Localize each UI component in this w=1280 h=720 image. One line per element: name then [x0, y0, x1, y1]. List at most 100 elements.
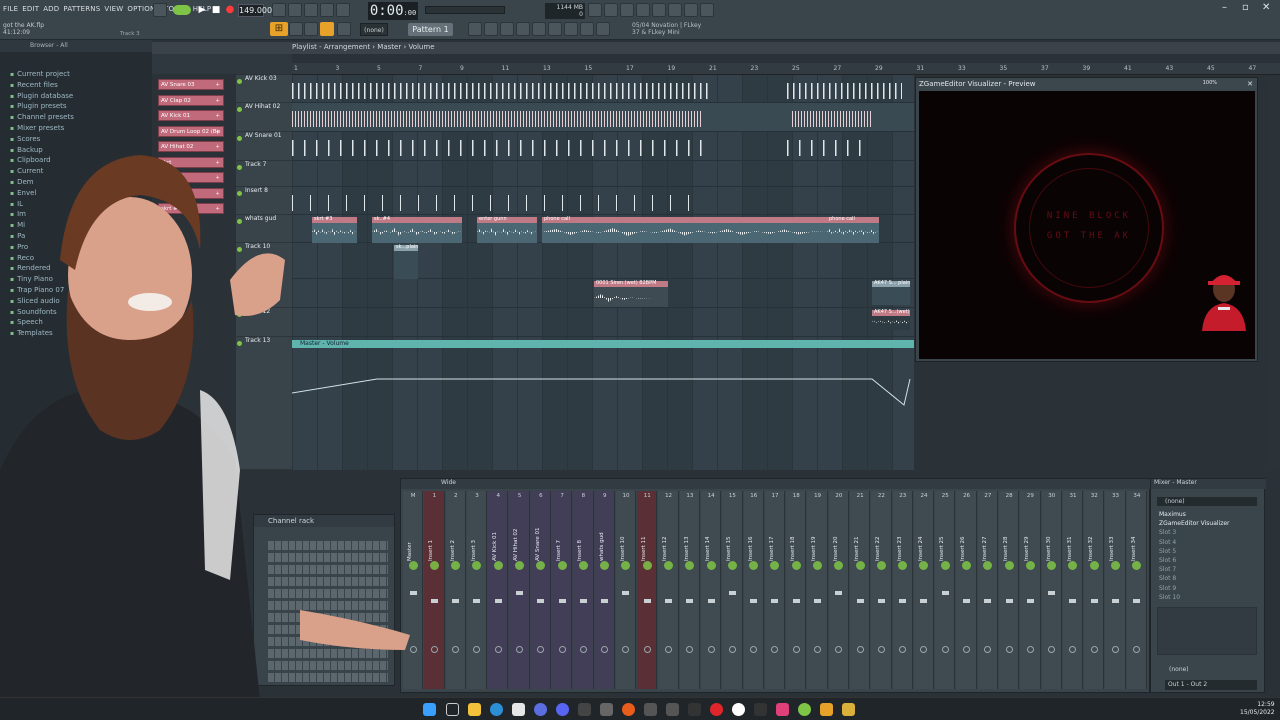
send-knob[interactable] — [792, 646, 800, 653]
mixer-strip[interactable]: 13 Insert 13 — [679, 491, 700, 689]
volume-fader[interactable] — [452, 599, 460, 603]
volume-fader[interactable] — [728, 591, 736, 595]
pan-knob[interactable] — [770, 561, 780, 570]
volume-fader[interactable] — [920, 599, 928, 603]
send-knob[interactable] — [920, 646, 928, 653]
send-knob[interactable] — [899, 646, 907, 653]
send-knob[interactable] — [537, 646, 545, 653]
mixer-strip[interactable]: 11 Insert 11 — [637, 491, 658, 689]
send-knob[interactable] — [516, 646, 524, 653]
menu-file[interactable]: FILE — [3, 5, 18, 13]
app-icon-9[interactable] — [732, 703, 745, 716]
volume-fader[interactable] — [1112, 599, 1120, 603]
pan-knob[interactable] — [493, 561, 503, 570]
volume-fader[interactable] — [707, 599, 715, 603]
visualizer-close-icon[interactable]: ✕ — [1247, 80, 1253, 88]
mixer-strip[interactable]: 8 Insert 8 — [573, 491, 594, 689]
clip-skrt-plain[interactable]: sk...plain — [394, 244, 418, 279]
playlist-grid[interactable]: skrt #3 sk..#4 enter gunn phone call pho… — [292, 75, 914, 470]
tempo-display[interactable]: 149.000 — [238, 4, 272, 17]
metronome-icon[interactable] — [153, 3, 167, 17]
clip-enter[interactable]: enter gunn — [477, 216, 537, 243]
mixer-strip[interactable]: 29 Insert 29 — [1020, 491, 1041, 689]
pattern-song-toggle[interactable] — [173, 5, 191, 15]
mic-icon[interactable] — [620, 3, 634, 17]
effect-slot[interactable]: Maximus — [1159, 511, 1254, 518]
volume-automation-curve[interactable] — [292, 365, 914, 415]
file-explorer-icon[interactable] — [468, 703, 481, 716]
pan-knob[interactable] — [962, 561, 972, 570]
send-knob[interactable] — [1069, 646, 1077, 653]
browser-item[interactable]: Current project — [10, 70, 70, 78]
browser-header[interactable]: Browser - All — [0, 40, 152, 52]
loop-record-icon[interactable] — [336, 3, 350, 17]
pan-knob[interactable] — [515, 561, 525, 570]
mixer-strip[interactable]: 9 whats gud — [594, 491, 615, 689]
track-header[interactable]: Track 7 — [236, 161, 292, 187]
pan-knob[interactable] — [983, 561, 993, 570]
browser-item[interactable]: Envel — [10, 189, 36, 197]
pattern-item[interactable]: AV Drum Loop 02 (Bp — [158, 125, 224, 137]
mixer-strip[interactable]: 20 Insert 20 — [828, 491, 849, 689]
mixer-strip[interactable]: 12 Insert 12 — [658, 491, 679, 689]
effect-slot[interactable]: Slot 9 — [1159, 585, 1254, 592]
volume-fader[interactable] — [686, 599, 694, 603]
clip-phone-call-2[interactable]: phone call — [827, 216, 879, 243]
browser-item[interactable]: Speech — [10, 318, 43, 326]
send-knob[interactable] — [1026, 646, 1034, 653]
pattern-selector[interactable]: Pattern 1 — [408, 23, 453, 36]
app-icon-11[interactable] — [776, 703, 789, 716]
volume-fader[interactable] — [1133, 599, 1141, 603]
volume-fader[interactable] — [1090, 599, 1098, 603]
app-icon-5[interactable] — [644, 703, 657, 716]
mixer-icon[interactable] — [668, 3, 682, 17]
effect-slot[interactable]: Slot 6 — [1159, 557, 1254, 564]
pattern-item[interactable]: AV Snare 03 — [158, 79, 224, 90]
pan-knob[interactable] — [664, 561, 674, 570]
mixer-strip[interactable]: 25 Insert 25 — [935, 491, 956, 689]
browser-item[interactable]: Dem — [10, 178, 34, 186]
browser-item[interactable]: Clipboard — [10, 156, 50, 164]
record-button[interactable]: ● — [223, 3, 237, 17]
pan-knob[interactable] — [813, 561, 823, 570]
send-knob[interactable] — [622, 646, 630, 653]
clip-siren[interactable]: 0001 Siren (wet) 82BPM — [594, 280, 668, 307]
effect-slot[interactable]: Slot 5 — [1159, 548, 1254, 555]
volume-fader[interactable] — [814, 599, 822, 603]
eq-display[interactable] — [1157, 607, 1257, 655]
volume-fader[interactable] — [877, 599, 885, 603]
mixer-inserts-title[interactable]: Mixer - Master — [1151, 479, 1266, 489]
browser-item[interactable]: Reco — [10, 254, 34, 262]
send-knob[interactable] — [750, 646, 758, 653]
track-header[interactable]: AV Kick 03 — [236, 75, 292, 103]
maximize-icon[interactable]: ▫ — [1242, 2, 1249, 13]
send-knob[interactable] — [558, 646, 566, 653]
volume-fader[interactable] — [771, 599, 779, 603]
browser-item[interactable]: Soundfonts — [10, 308, 57, 316]
volume-fader[interactable] — [643, 599, 651, 603]
pattern-item[interactable]: skrt #2 — [158, 203, 224, 214]
browser-item[interactable]: Current — [10, 167, 43, 175]
minimize-icon[interactable]: – — [1222, 2, 1227, 13]
volume-fader[interactable] — [601, 599, 609, 603]
track-mute-icon[interactable] — [237, 341, 242, 346]
track-mute-icon[interactable] — [237, 165, 242, 170]
countdown-icon[interactable] — [304, 3, 318, 17]
insert8-clips[interactable] — [292, 195, 702, 211]
clip-skrt-4[interactable]: sk..#4 — [372, 216, 462, 243]
mixer-strip[interactable]: 10 Insert 10 — [615, 491, 637, 689]
browser-item[interactable]: Templates — [10, 329, 53, 337]
playlist-icon[interactable] — [337, 22, 351, 36]
volume-fader[interactable] — [409, 591, 417, 595]
mixer-strip[interactable]: M Master — [403, 491, 424, 689]
edge-icon[interactable] — [490, 703, 503, 716]
channel-row[interactable] — [268, 589, 388, 598]
effect-slot[interactable]: Slot 7 — [1159, 566, 1254, 573]
typing-keyboard-icon[interactable] — [272, 3, 286, 17]
track-header[interactable]: Track 12 — [236, 308, 292, 337]
send-knob[interactable] — [856, 646, 864, 653]
pan-knob[interactable] — [642, 561, 652, 570]
volume-fader[interactable] — [1005, 599, 1013, 603]
automation-clip[interactable]: Master - Volume — [292, 340, 914, 348]
send-knob[interactable] — [984, 646, 992, 653]
